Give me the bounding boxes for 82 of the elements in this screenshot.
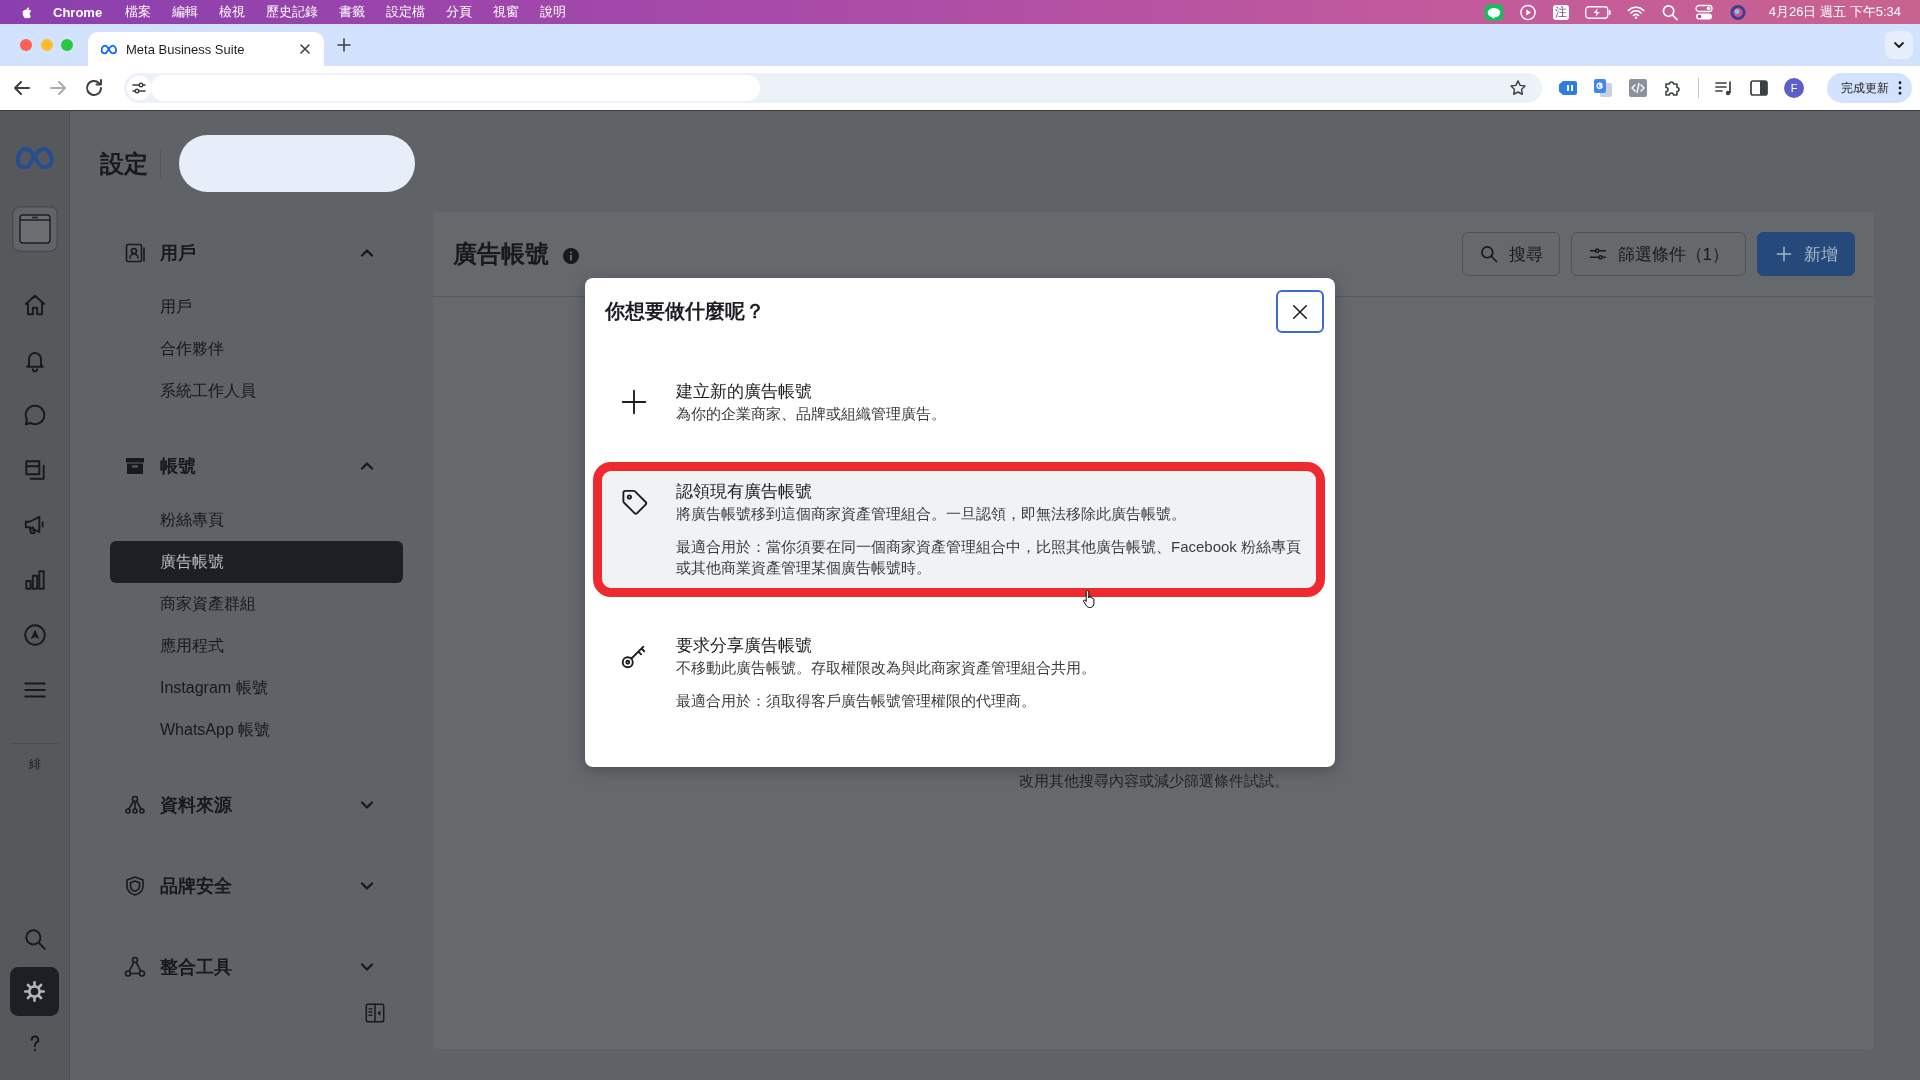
- search-button[interactable]: 搜尋: [1461, 232, 1560, 276]
- translate-icon[interactable]: [1593, 78, 1613, 98]
- plus-icon: [1774, 244, 1794, 264]
- nav-item[interactable]: WhatsApp 帳號: [110, 709, 403, 751]
- hand-cursor-icon: [1082, 589, 1098, 609]
- plus-icon[interactable]: [336, 37, 352, 53]
- nav-item[interactable]: 合作夥伴: [110, 328, 403, 370]
- close-button[interactable]: [1276, 290, 1324, 333]
- option-description: 將廣告帳號移到這個商家資產管理組合。一旦認領，即無法移除此廣告帳號。: [676, 504, 1186, 524]
- filter-button[interactable]: 篩選條件（1）: [1570, 232, 1746, 276]
- add-button[interactable]: 新增: [1757, 232, 1855, 276]
- toggles-icon[interactable]: [1694, 3, 1713, 21]
- code-icon[interactable]: [1628, 78, 1648, 98]
- side-panel-icon[interactable]: [1749, 78, 1769, 98]
- more-vert-icon: [1898, 81, 1902, 95]
- section-header[interactable]: 整合工具: [110, 940, 403, 994]
- section-header[interactable]: 帳號: [110, 439, 403, 493]
- page-title: 廣告帳號: [453, 239, 549, 269]
- option-note: 最適合用於：當你須要在同一個商家資產管理組合中，比照其他廣告帳號、Facebook 粉絲專頁或其他商業資產管理某個廣告帳號時。: [676, 537, 1303, 578]
- section-header[interactable]: 用戶: [110, 226, 403, 280]
- menu-bar-clock[interactable]: 4月26日 週五 下午5:34: [1768, 3, 1901, 21]
- nav-item[interactable]: 應用程式: [110, 625, 403, 667]
- triangle-nodes-icon: [123, 955, 147, 979]
- menu-item[interactable]: Chrome: [53, 4, 103, 20]
- tag-icon: [619, 487, 649, 517]
- search-icon: [1478, 244, 1499, 264]
- orb-icon[interactable]: [1728, 3, 1747, 21]
- close-icon: [1291, 302, 1309, 321]
- update-button[interactable]: 完成更新: [1827, 73, 1912, 103]
- search-icon[interactable]: [1660, 3, 1679, 21]
- chevron-down-icon[interactable]: [1885, 31, 1913, 59]
- menu-item[interactable]: 檢視: [219, 3, 246, 21]
- nav-item[interactable]: 用戶: [110, 286, 403, 328]
- settings-title: 設定: [100, 148, 148, 179]
- menu-item[interactable]: 書籤: [339, 3, 366, 21]
- menu-item[interactable]: 設定檔: [386, 3, 426, 21]
- settings-icon[interactable]: [10, 966, 59, 1016]
- puzzle-icon[interactable]: [1663, 78, 1683, 98]
- nav-item[interactable]: 商家資產群組: [110, 583, 403, 625]
- panel-collapse-icon[interactable]: [364, 1002, 386, 1024]
- close-icon[interactable]: [298, 42, 312, 56]
- menu-item[interactable]: 檔案: [125, 3, 152, 21]
- nav-item[interactable]: 粉絲專頁: [110, 499, 403, 541]
- window-close-icon[interactable]: [20, 39, 32, 51]
- nav-item[interactable]: 廣告帳號: [110, 541, 403, 583]
- option-item[interactable]: 認領現有廣告帳號 將廣告帳號移到這個商家資產管理組合。一旦認領，即無法移除此廣告帳號。 最適合用於：當你須要在同一個商家資產管理組合中，比照其他廣告帳號、Facebook 粉絲專頁或其他商業資產管理某個廣告帳號時。: [593, 462, 1325, 597]
- browser-tab[interactable]: Meta Business Suite: [88, 32, 324, 66]
- section-header[interactable]: 品牌安全: [110, 859, 403, 913]
- menu-item[interactable]: 說明: [540, 3, 567, 21]
- tag-icon[interactable]: [1558, 78, 1578, 98]
- menu-item[interactable]: 編輯: [172, 3, 199, 21]
- profile-avatar[interactable]: F: [1784, 78, 1804, 98]
- menu-item[interactable]: 視窗: [493, 3, 520, 21]
- chat-bubble-icon[interactable]: [1484, 3, 1503, 21]
- shield-icon: [123, 874, 147, 898]
- star-icon[interactable]: [1508, 78, 1528, 98]
- option-description: 為你的企業商家、品牌或組織管理廣告。: [676, 404, 946, 424]
- compass-icon[interactable]: [21, 621, 48, 648]
- menu-item[interactable]: 歷史記錄: [266, 3, 319, 21]
- wifi-icon[interactable]: [1626, 3, 1645, 21]
- menu-item[interactable]: 分頁: [446, 3, 473, 21]
- person-card-icon: [123, 241, 147, 265]
- plus-icon: [619, 387, 649, 417]
- nav-item[interactable]: Instagram 帳號: [110, 667, 403, 709]
- dialog-title: 你想要做什麼呢？: [605, 299, 765, 324]
- option-title: 認領現有廣告帳號: [676, 481, 812, 503]
- infinity-logo-icon: [100, 43, 118, 55]
- play-circle-icon[interactable]: [1518, 3, 1537, 21]
- battery-icon[interactable]: [1584, 5, 1611, 19]
- sliders-icon[interactable]: [127, 76, 151, 100]
- option-title: 建立新的廣告帳號: [676, 381, 812, 403]
- section-header[interactable]: 資料來源: [110, 778, 403, 832]
- option-description: 不移動此廣告帳號。存取權限改為與此商家資產管理組合共用。: [676, 658, 1096, 678]
- connected-nodes-icon: [123, 793, 147, 817]
- option-title: 要求分享廣告帳號: [676, 635, 812, 657]
- nav-item[interactable]: 系統工作人員: [110, 370, 403, 412]
- info-icon[interactable]: [563, 248, 579, 264]
- input-method-indicator[interactable]: 注: [1552, 4, 1569, 20]
- empty-state-text: 改用其他搜尋內容或減少篩選條件試試。: [1018, 772, 1289, 791]
- account-tile-icon[interactable]: [11, 206, 58, 252]
- option-note: 最適合用於：須取得客戶廣告帳號管理權限的代理商。: [676, 691, 1036, 711]
- playlist-icon[interactable]: [1714, 78, 1734, 98]
